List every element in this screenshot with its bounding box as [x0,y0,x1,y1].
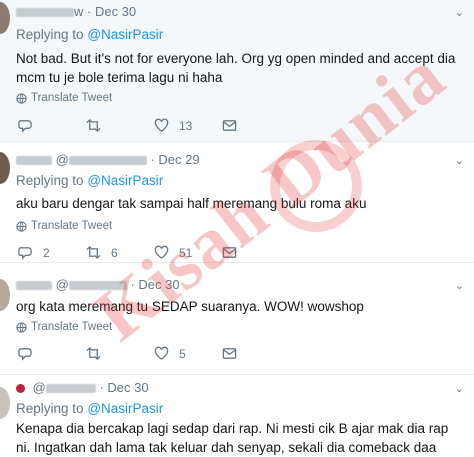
tweet-header: w · Dec 30 [16,4,136,20]
blurred-handle[interactable] [68,156,147,166]
replying-handle-link[interactable]: @NasirPasir [87,173,163,188]
tweet-date[interactable]: Dec 29 [158,152,199,167]
tweet-date[interactable]: Dec 30 [95,4,136,19]
heart-icon [154,346,169,360]
tweet-text: Kenapa dia bercakap lagi sedap dari rap.… [16,421,449,455]
replying-label: Replying to [16,173,84,188]
tweet-actions: 2 6 51 [18,245,290,260]
translate-tweet-link[interactable]: Translate Tweet [16,321,112,333]
handle-prefix[interactable]: @ [56,277,69,292]
avatar[interactable] [0,387,10,419]
tweet-reply-4[interactable]: @ · Dec 30 ⌄ Replying to @NasirPasir Ken… [0,375,474,457]
avatar[interactable] [0,152,10,184]
rose-emoji-icon [16,384,25,393]
like-button[interactable]: 13 [154,118,222,133]
globe-icon [16,92,27,104]
replying-label: Replying to [16,401,84,416]
tweet-reply-3[interactable]: @ · Dec 30 ⌄ org kata meremang tu SEDAP … [0,263,474,375]
reply-count: 2 [43,245,50,260]
tweet-header: @ · Dec 30 [16,380,149,396]
translate-tweet-link[interactable]: Translate Tweet [16,92,112,104]
replying-to: Replying to @NasirPasir [16,27,163,42]
tweet-header: @ · Dec 29 [16,152,200,168]
blurred-display-name[interactable] [16,156,52,166]
reply-icon [18,120,32,133]
reply-icon [18,348,32,361]
tweet-text: aku baru dengar tak sampai half meremang… [16,196,367,211]
tweet-date[interactable]: Dec 30 [107,380,148,395]
replying-handle-link[interactable]: @NasirPasir [87,27,163,42]
tweet-reply-2[interactable]: @ · Dec 29 ⌄ Replying to @NasirPasir aku… [0,142,474,263]
chevron-down-icon[interactable]: ⌄ [455,382,464,395]
retweet-icon [86,245,101,260]
chevron-down-icon[interactable]: ⌄ [455,154,464,167]
blurred-display-name[interactable] [16,281,52,291]
translate-label[interactable]: Translate Tweet [31,220,112,232]
heart-icon [154,245,169,259]
replying-to: Replying to @NasirPasir [16,401,163,416]
handle-prefix[interactable]: @ [33,380,46,395]
replying-to: Replying to @NasirPasir [16,173,163,188]
envelope-icon [222,120,237,131]
chevron-down-icon[interactable]: ⌄ [455,279,464,292]
retweet-icon [86,346,101,361]
heart-icon [154,118,169,132]
blurred-handle[interactable] [68,281,127,291]
retweet-button[interactable] [86,118,154,133]
envelope-icon [222,348,237,359]
blurred-username[interactable] [16,8,74,18]
retweet-icon [86,118,101,133]
tweet-text: Not bad. But it's not for everyone lah. … [16,51,456,85]
translate-label[interactable]: Translate Tweet [31,321,112,333]
blurred-handle[interactable] [45,384,96,394]
reply-button[interactable] [18,118,86,133]
like-count: 5 [179,346,186,361]
direct-message-button[interactable] [222,245,290,260]
globe-icon [16,321,27,333]
handle-suffix[interactable]: w [74,4,83,19]
avatar[interactable] [0,2,10,34]
replying-label: Replying to [16,27,84,42]
direct-message-button[interactable] [222,346,290,361]
reply-button[interactable]: 2 [18,245,86,260]
tweet-text: org kata meremang tu SEDAP suaranya. WOW… [16,299,364,314]
tweet-actions: 5 [18,346,290,361]
like-count: 13 [179,118,193,133]
retweet-count: 6 [111,245,118,260]
like-button[interactable]: 5 [154,346,222,361]
tweet-date[interactable]: Dec 30 [138,277,179,292]
reply-button[interactable] [18,346,86,361]
retweet-button[interactable]: 6 [86,245,154,260]
reply-icon [18,247,32,260]
translate-label[interactable]: Translate Tweet [31,92,112,104]
avatar[interactable] [0,279,10,311]
tweet-reply-1[interactable]: w · Dec 30 ⌄ Replying to @NasirPasir Not… [0,0,474,142]
tweet-actions: 13 [18,118,290,133]
tweet-header: @ · Dec 30 [16,277,180,293]
like-button[interactable]: 51 [154,245,222,260]
like-count: 51 [179,245,193,260]
chevron-down-icon[interactable]: ⌄ [455,6,464,19]
handle-prefix[interactable]: @ [56,152,69,167]
translate-tweet-link[interactable]: Translate Tweet [16,220,112,232]
replying-handle-link[interactable]: @NasirPasir [87,401,163,416]
retweet-button[interactable] [86,346,154,361]
envelope-icon [222,247,237,258]
direct-message-button[interactable] [222,118,290,133]
globe-icon [16,220,27,232]
